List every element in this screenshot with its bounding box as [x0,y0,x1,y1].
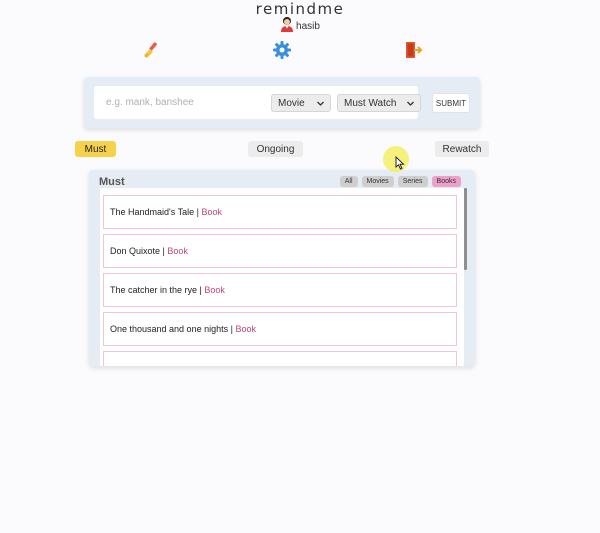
type-select-value: Movie [278,97,305,109]
category-select[interactable]: Must Watch [337,94,421,112]
filter-all[interactable]: All [339,176,358,187]
list-item[interactable]: The Handmaid's Tale | Book [103,195,457,229]
item-type: Book [204,285,225,295]
category-select-value: Must Watch [344,97,397,109]
item-separator: | [194,207,202,217]
item-name: The Handmaid's Tale [110,207,195,217]
logout-icon[interactable] [403,40,423,60]
list-title: Must [99,176,125,188]
gear-icon[interactable] [272,40,292,60]
filter-series[interactable]: Series [397,176,428,187]
chevron-down-icon [317,101,324,106]
mouse-pointer-icon [395,156,405,170]
item-type: Book [235,324,256,334]
must-list-card: Must All Movies Series Books The Handmai… [89,170,475,366]
item-list[interactable]: The Handmaid's Tale | Book Don Quixote |… [100,188,464,366]
item-separator: | [197,285,205,295]
chevron-down-icon [407,101,414,106]
filter-movies[interactable]: Movies [361,176,394,187]
filter-group: All Movies Series Books [339,176,461,187]
list-item[interactable]: Don Quixote | Book [103,234,457,268]
type-select[interactable]: Movie [271,94,331,112]
filter-books[interactable]: Books [431,176,461,187]
item-type: Book [201,207,222,217]
avatar [280,16,294,37]
list-item-partial[interactable] [103,351,457,366]
item-name: One thousand and one nights [110,324,229,334]
broom-icon[interactable] [141,40,161,60]
submit-button[interactable]: SUBMIT [432,93,470,113]
tab-must[interactable]: Must [75,141,116,157]
item-name: Don Quixote [110,246,161,256]
list-item[interactable]: One thousand and one nights | Book [103,312,457,346]
item-separator: | [228,324,236,334]
list-scrollbar[interactable] [464,188,467,270]
tab-ongoing[interactable]: Ongoing [248,141,303,157]
list-item[interactable]: The catcher in the rye | Book [103,273,457,307]
username: hasib [296,21,320,32]
item-separator: | [160,246,168,256]
item-type: Book [167,246,188,256]
item-name: The catcher in the rye [110,285,198,295]
tab-rewatch[interactable]: Rewatch [435,141,489,157]
user-block: hasib [0,16,600,37]
